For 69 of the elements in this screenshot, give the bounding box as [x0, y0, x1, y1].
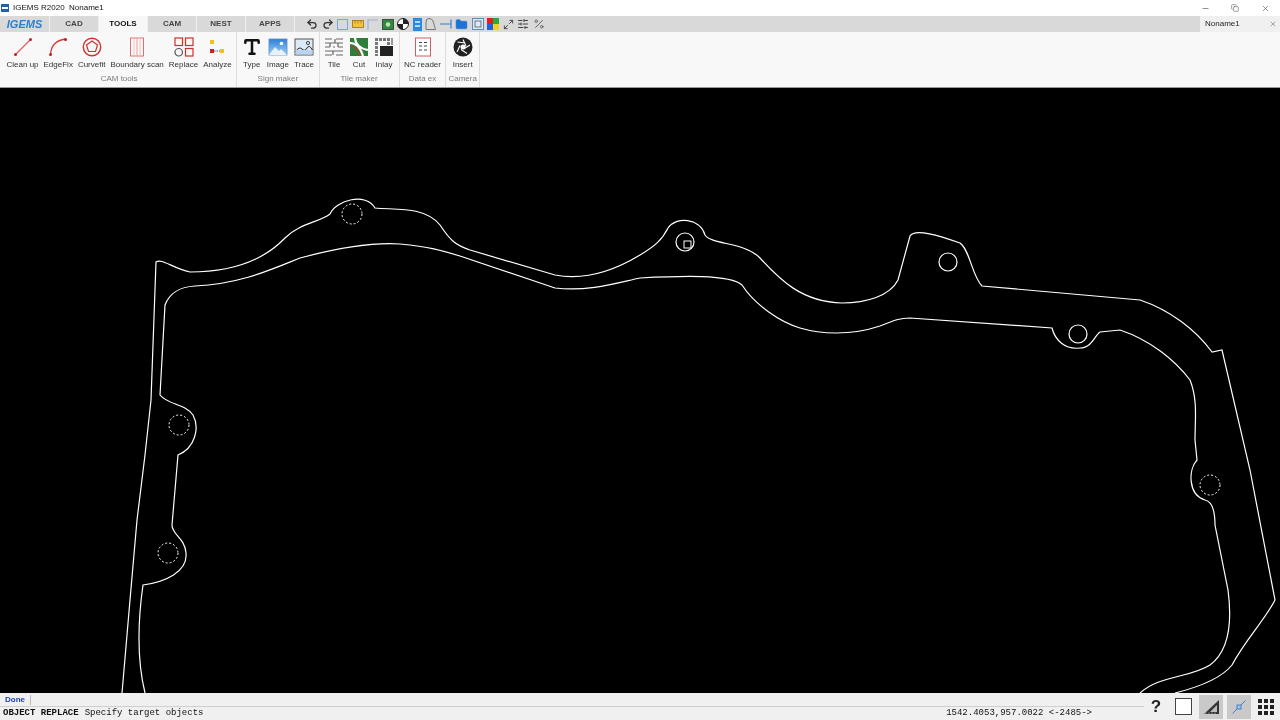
restore-icon: [1231, 4, 1239, 12]
chip-icon[interactable]: [381, 18, 394, 30]
dashed-hole-circle: [168, 414, 190, 436]
square-icon[interactable]: [337, 18, 348, 30]
tool-button[interactable]: NC reader: [401, 37, 444, 70]
number-tile-icon[interactable]: [412, 17, 422, 31]
percent-icon[interactable]: [532, 18, 545, 30]
dashed-hole-circle: [1199, 474, 1221, 496]
trace-image-icon: [293, 37, 314, 57]
grid-icon: [1258, 698, 1274, 715]
snap-line-icon: [1231, 699, 1246, 714]
group-label: Sign maker: [257, 74, 299, 84]
pentagon-circle-icon: [81, 37, 102, 57]
image-icon: [267, 37, 288, 57]
arc-icon: [48, 37, 69, 57]
tool-button[interactable]: EdgeFix: [41, 37, 76, 70]
inlay-pattern-icon: [374, 37, 395, 57]
redo-icon[interactable]: [321, 18, 334, 30]
tool-button[interactable]: Trace: [291, 37, 317, 70]
tool-button[interactable]: Type: [239, 37, 265, 70]
folder-icon[interactable]: [455, 17, 468, 31]
dashed-hole-circle: [341, 203, 363, 225]
hole-circle: [1068, 324, 1088, 344]
document-tab[interactable]: Noname1: [1200, 16, 1280, 32]
group-label: Camera: [448, 74, 477, 84]
diagonal-line-icon: [12, 37, 33, 57]
command-prompt: Specify target objects: [84, 709, 204, 718]
tool-button[interactable]: Boundary scan: [107, 37, 167, 70]
group-label: CAM tools: [100, 74, 138, 84]
status-message: Done: [5, 694, 31, 705]
tool-button[interactable]: Clean up: [4, 37, 42, 70]
aperture-icon: [452, 37, 473, 57]
dashed-hole-circle: [157, 542, 179, 564]
cursor-coordinates: 1542.4053,957.0022 <-2485->: [946, 709, 1092, 718]
ribbon-tab[interactable]: TOOLS: [99, 16, 148, 32]
undo-icon[interactable]: [306, 18, 318, 30]
cut-pattern-icon: [349, 37, 370, 57]
window-title: IGEMS R2020 Noname1: [13, 2, 104, 14]
tool-button[interactable]: Image: [264, 37, 292, 70]
command-name: OBJECT REPLACE: [3, 709, 79, 718]
square-icon: [1175, 698, 1192, 715]
pie-icon[interactable]: [397, 18, 409, 30]
hole-circle: [675, 232, 695, 252]
snap-toggle[interactable]: [1226, 694, 1251, 719]
close-icon[interactable]: [1269, 20, 1277, 28]
set-square-toggle[interactable]: [1199, 694, 1223, 719]
shape-outline-icon[interactable]: [425, 18, 436, 30]
grip-marker: [683, 240, 692, 249]
line-end-icon[interactable]: [439, 19, 452, 29]
expand-icon[interactable]: [502, 18, 514, 30]
group-label: Data ex: [408, 74, 437, 84]
close-icon: [1260, 3, 1270, 13]
shapes-grid-icon: [173, 37, 194, 57]
tile-pattern-icon: [324, 37, 345, 57]
sliders-icon[interactable]: [517, 18, 529, 30]
frame-icon[interactable]: [471, 18, 484, 30]
tool-button[interactable]: Tile: [321, 37, 347, 70]
ruler-icon[interactable]: [351, 20, 364, 28]
text-icon: [241, 37, 262, 57]
tool-button[interactable]: Curvefit: [75, 37, 108, 70]
tool-button[interactable]: Inlay: [371, 37, 397, 70]
hole-circle: [938, 252, 958, 272]
document-icon: [412, 37, 433, 57]
tool-button[interactable]: Insert: [450, 37, 476, 70]
tool-button[interactable]: Replace: [166, 37, 201, 70]
color-grid-icon[interactable]: [487, 18, 499, 30]
tool-button[interactable]: Cut: [346, 37, 372, 70]
tool-button[interactable]: Analyze: [200, 37, 235, 70]
group-label: Tile maker: [340, 74, 378, 84]
